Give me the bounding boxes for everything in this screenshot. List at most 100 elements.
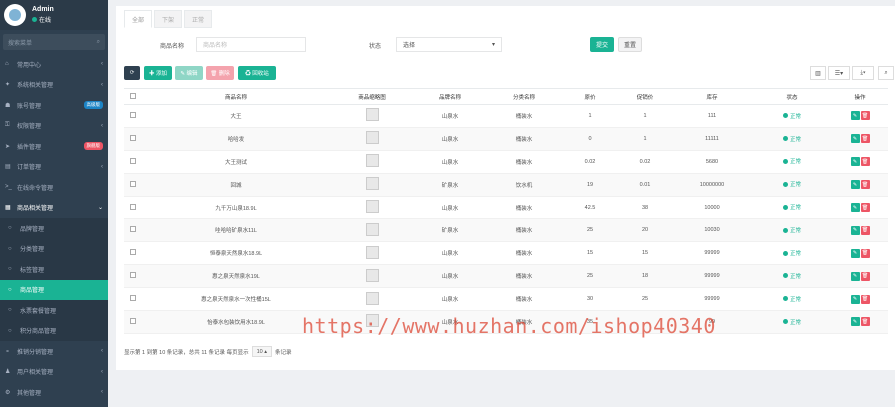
edit-row-icon[interactable]: ✎ bbox=[850, 294, 860, 304]
sidebar-search-input[interactable]: 搜索菜单 ⌕ bbox=[3, 34, 105, 50]
sidebar-item-5[interactable]: ▤ 订单管理 ‹ bbox=[0, 157, 108, 178]
delete-row-icon[interactable]: 🗑 bbox=[860, 294, 870, 304]
col-status[interactable]: 状态 bbox=[752, 88, 832, 105]
table-row[interactable]: 惠之泉天然泉水19L 山泉水 桶装水 25 18 99999 正常 ✎ 🗑 bbox=[124, 264, 888, 289]
search-toggle-icon[interactable]: ⌕ bbox=[878, 66, 894, 80]
delete-button[interactable]: 🗑 删除 bbox=[206, 66, 234, 80]
sidebar-item-15[interactable]: ♟ 用户相关管理 ‹ bbox=[0, 362, 108, 383]
tab-normal[interactable]: 正常 bbox=[184, 10, 213, 28]
product-thumbnail[interactable] bbox=[365, 291, 379, 305]
delete-row-icon[interactable]: 🗑 bbox=[860, 180, 870, 190]
table-row[interactable]: 回城 矿泉水 饮水机 19 0.01 10000000 正常 ✎ 🗑 bbox=[124, 173, 888, 197]
select-all-checkbox[interactable] bbox=[130, 92, 136, 99]
cell-category: 桶装水 bbox=[486, 241, 562, 266]
row-checkbox[interactable] bbox=[130, 295, 136, 302]
sidebar-item-11[interactable]: ○ 商品管理 bbox=[0, 279, 108, 300]
edit-row-icon[interactable]: ✎ bbox=[850, 225, 860, 235]
name-filter-input[interactable]: 商品名称 bbox=[196, 37, 306, 52]
product-thumbnail[interactable] bbox=[365, 200, 379, 213]
delete-row-icon[interactable]: 🗑 bbox=[860, 271, 870, 281]
edit-row-icon[interactable]: ✎ bbox=[850, 271, 860, 281]
sidebar-item-3[interactable]: ⚿ 权限管理 ‹ bbox=[0, 116, 108, 137]
edit-button[interactable]: ✎ 编辑 bbox=[175, 66, 203, 80]
table-row[interactable]: 九千万山泉18.9L 山泉水 桶装水 42.5 38 10000 正常 ✎ 🗑 bbox=[124, 196, 888, 220]
col-price[interactable]: 原价 bbox=[562, 88, 618, 105]
sidebar-item-6[interactable]: >_ 在线命令管理 bbox=[0, 177, 108, 198]
table-row[interactable]: 哈哈发 山泉水 桶装水 0 1 11111 正常 ✎ 🗑 bbox=[124, 127, 888, 151]
delete-row-icon[interactable]: 🗑 bbox=[860, 317, 870, 327]
sidebar-item-10[interactable]: ○ 标签管理 bbox=[0, 259, 108, 280]
sidebar-item-label: 推销分销管理 bbox=[17, 349, 54, 356]
export-icon[interactable]: ⤓▾ bbox=[852, 66, 874, 80]
edit-row-icon[interactable]: ✎ bbox=[850, 317, 860, 327]
edit-row-icon[interactable]: ✎ bbox=[850, 157, 860, 167]
sidebar-item-16[interactable]: ⚙ 其他管理 ‹ bbox=[0, 382, 108, 403]
edit-row-icon[interactable]: ✎ bbox=[850, 203, 860, 212]
sidebar-item-label: 水票套餐管理 bbox=[20, 308, 57, 315]
reset-button[interactable]: 重置 bbox=[618, 37, 642, 52]
row-checkbox[interactable] bbox=[130, 317, 136, 324]
delete-row-icon[interactable]: 🗑 bbox=[860, 203, 870, 212]
col-category[interactable]: 分类名称 bbox=[486, 88, 562, 105]
recycle-bin-button[interactable]: ♻ 回收站 bbox=[238, 66, 276, 80]
delete-row-icon[interactable]: 🗑 bbox=[860, 248, 870, 258]
product-thumbnail[interactable] bbox=[365, 131, 379, 145]
sidebar-item-8[interactable]: ○ 品牌管理 bbox=[0, 218, 108, 239]
sidebar-item-14[interactable]: ⚬ 推销分销管理 ‹ bbox=[0, 341, 108, 362]
toggle-view-icon[interactable]: ▥ bbox=[810, 66, 826, 80]
row-checkbox[interactable] bbox=[130, 134, 136, 141]
sidebar-item-4[interactable]: ➤ 插件管理 旗舰版 bbox=[0, 136, 108, 157]
add-button[interactable]: ✚ 添加 bbox=[144, 66, 172, 80]
submit-button[interactable]: 提交 bbox=[590, 37, 614, 52]
sidebar-item-label: 订单管理 bbox=[17, 165, 42, 172]
table-row[interactable]: 大王测试 山泉水 桶装水 0.02 0.02 5680 正常 ✎ 🗑 bbox=[124, 150, 888, 174]
page-size-select[interactable]: 10 ▴ bbox=[251, 346, 273, 357]
col-stock[interactable]: 库存 bbox=[672, 88, 752, 105]
delete-row-icon[interactable]: 🗑 bbox=[860, 225, 870, 235]
row-checkbox[interactable] bbox=[130, 203, 136, 210]
row-checkbox[interactable] bbox=[130, 157, 136, 164]
delete-row-icon[interactable]: 🗑 bbox=[860, 157, 870, 167]
tab-all[interactable]: 全部 bbox=[124, 10, 153, 28]
sidebar-item-0[interactable]: ⌂ 常用中心 ‹ bbox=[0, 54, 108, 75]
table-row[interactable]: 恒泰泉天然泉水18.9L 山泉水 桶装水 15 15 99999 正常 ✎ 🗑 bbox=[124, 241, 888, 266]
sidebar-item-1[interactable]: ✦ 系统相关管理 ‹ bbox=[0, 75, 108, 96]
sidebar-item-12[interactable]: ○ 水票套餐管理 bbox=[0, 300, 108, 321]
col-promo-price[interactable]: 促销价 bbox=[618, 88, 672, 105]
delete-row-icon[interactable]: 🗑 bbox=[860, 134, 870, 144]
product-thumbnail[interactable] bbox=[365, 154, 379, 168]
sidebar-item-9[interactable]: ○ 分类管理 bbox=[0, 238, 108, 259]
edit-row-icon[interactable]: ✎ bbox=[850, 134, 860, 144]
columns-icon[interactable]: ☰▾ bbox=[828, 66, 850, 80]
refresh-button[interactable]: ⟳ bbox=[124, 66, 140, 80]
table-row[interactable]: 惠之泉天然泉水一次性桶15L 山泉水 桶装水 30 25 99999 正常 ✎ 🗑 bbox=[124, 287, 888, 312]
product-thumbnail[interactable] bbox=[365, 222, 379, 236]
cell-stock: 10000 bbox=[672, 196, 752, 220]
product-thumbnail[interactable] bbox=[365, 245, 379, 259]
edit-row-icon[interactable]: ✎ bbox=[850, 111, 860, 121]
chevron-icon: ‹ bbox=[101, 348, 103, 355]
edit-row-icon[interactable]: ✎ bbox=[850, 248, 860, 258]
sidebar-item-13[interactable]: ○ 积分商品管理 bbox=[0, 320, 108, 341]
product-thumbnail[interactable] bbox=[365, 177, 379, 191]
cell-brand: 矿泉水 bbox=[414, 218, 486, 243]
col-brand[interactable]: 品牌名称 bbox=[414, 88, 486, 105]
row-checkbox[interactable] bbox=[130, 272, 136, 279]
row-checkbox[interactable] bbox=[130, 226, 136, 233]
chevron-icon: ⌄ bbox=[97, 205, 103, 212]
avatar[interactable] bbox=[4, 4, 26, 26]
col-name[interactable]: 商品名称 bbox=[142, 88, 330, 105]
row-checkbox[interactable] bbox=[130, 180, 136, 187]
table-row[interactable]: 大王 山泉水 桶装水 1 1 111 正常 ✎ 🗑 bbox=[124, 104, 888, 128]
product-thumbnail[interactable] bbox=[365, 268, 379, 282]
sidebar-item-7[interactable]: ▦ 商品相关管理 ⌄ bbox=[0, 198, 108, 219]
product-thumbnail[interactable] bbox=[365, 108, 379, 122]
delete-row-icon[interactable]: 🗑 bbox=[860, 111, 870, 121]
status-select[interactable]: 选择 ▾ bbox=[396, 37, 502, 52]
table-row[interactable]: 哇哈哈矿泉水11L 矿泉水 桶装水 25 20 10030 正常 ✎ 🗑 bbox=[124, 218, 888, 243]
sidebar-item-2[interactable]: ☗ 账号管理 高级版 bbox=[0, 95, 108, 116]
tab-offline[interactable]: 下架 bbox=[154, 10, 183, 28]
row-checkbox[interactable] bbox=[130, 111, 136, 118]
edit-row-icon[interactable]: ✎ bbox=[850, 180, 860, 190]
row-checkbox[interactable] bbox=[130, 249, 136, 256]
